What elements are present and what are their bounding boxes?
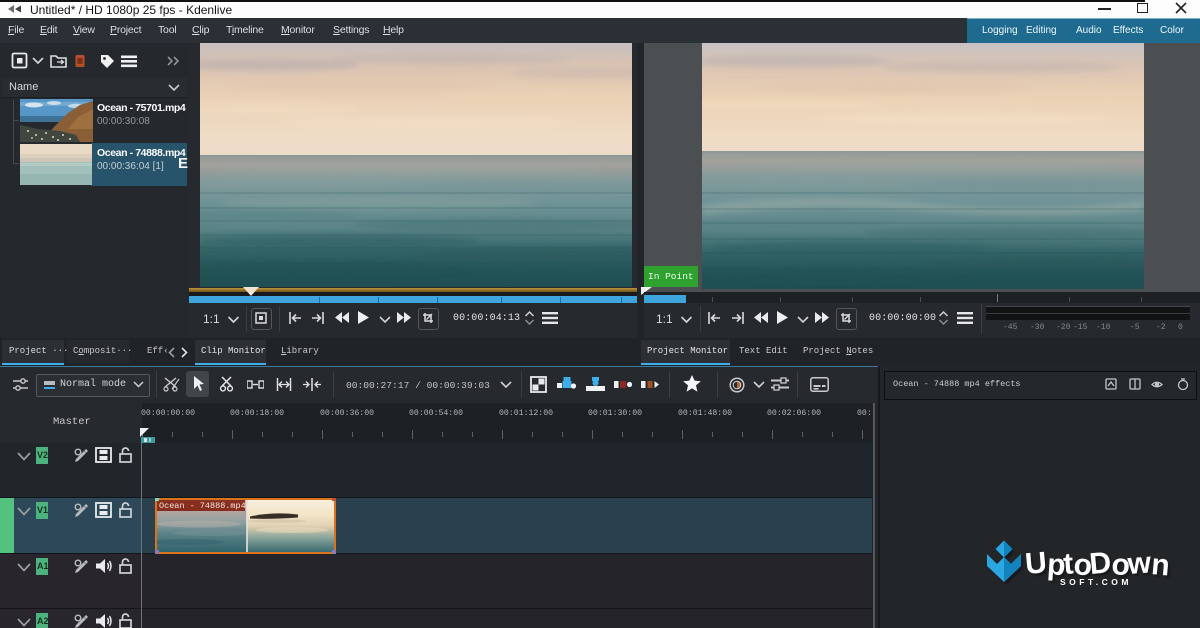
svg-text:SOFT.COM: SOFT.COM	[1060, 577, 1132, 587]
